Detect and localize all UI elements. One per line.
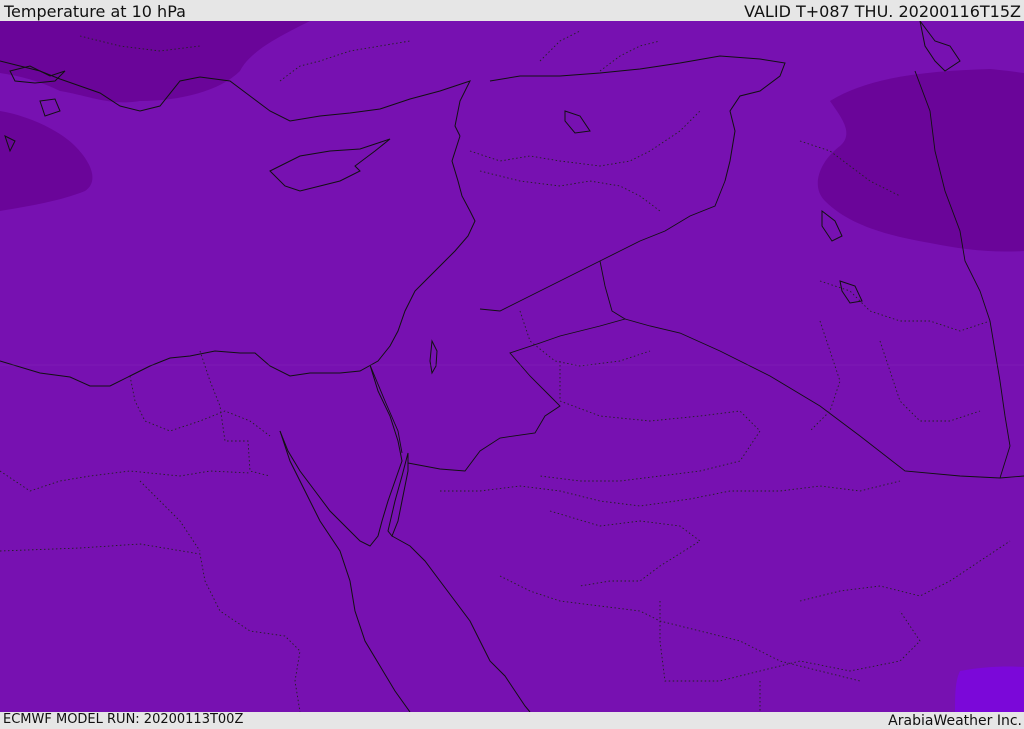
model-run-label: ECMWF MODEL RUN: 20200113T00Z <box>3 712 244 727</box>
temperature-map <box>0 21 1024 712</box>
credit-label: ArabiaWeather Inc. <box>888 713 1022 729</box>
valid-time: VALID T+087 THU. 20200116T15Z <box>744 2 1021 21</box>
warm-region-southeast <box>955 666 1024 712</box>
map-area <box>0 21 1024 712</box>
map-title: Temperature at 10 hPa <box>4 2 186 21</box>
header-bar: Temperature at 10 hPa VALID T+087 THU. 2… <box>0 0 1024 21</box>
footer-bar: ECMWF MODEL RUN: 20200113T00Z ArabiaWeat… <box>0 712 1024 729</box>
